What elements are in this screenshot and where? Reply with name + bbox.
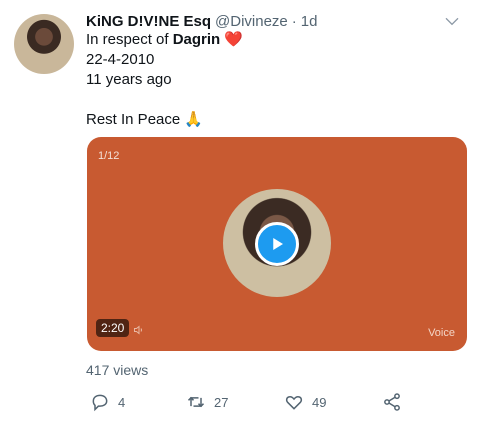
share-icon: [384, 393, 400, 411]
author-name[interactable]: KiNG D!V!NE Esq: [86, 13, 211, 30]
media-counter: 1/12: [98, 150, 120, 162]
media-duration: 2:20: [96, 319, 130, 337]
heart-emoji: ❤️: [224, 31, 244, 48]
view-count: 417 views: [86, 362, 149, 378]
like-icon: [285, 396, 303, 410]
avatar[interactable]: [14, 14, 74, 74]
text-line-date: 22-4-2010: [86, 51, 155, 68]
text-line-ago: 11 years ago: [86, 71, 172, 88]
text-line-respect: In respect of Dagrin ❤️: [86, 30, 456, 50]
play-icon: [273, 238, 283, 250]
retweet-count: 27: [214, 394, 229, 410]
separator-dot: ·: [291, 12, 297, 30]
like-button[interactable]: 49: [284, 392, 326, 412]
chevron-down-icon[interactable]: [444, 13, 460, 29]
reply-button[interactable]: 4: [90, 392, 125, 412]
author-handle[interactable]: @Divineze: [215, 13, 288, 30]
voice-label: Voice: [428, 327, 455, 339]
voice-media-card[interactable]: 1/12 2:20 Voice: [87, 137, 467, 351]
reply-icon: [92, 394, 108, 412]
text-line-closing: Rest In Peace 🙏: [86, 111, 204, 128]
tweet-header: KiNG D!V!NE Esq @Divineze · 1d: [86, 11, 460, 31]
reply-count: 4: [118, 394, 126, 410]
like-count: 49: [312, 394, 327, 410]
respect-prefix: In respect of: [86, 31, 173, 48]
retweet-button[interactable]: 27: [186, 392, 228, 412]
tweet-time[interactable]: 1d: [301, 13, 318, 30]
respect-subject: Dagrin: [172, 31, 221, 48]
play-button[interactable]: [255, 222, 299, 266]
speaker-icon[interactable]: [133, 324, 145, 336]
retweet-icon: [187, 396, 205, 408]
share-button[interactable]: [382, 392, 410, 412]
action-bar: 4 27 49: [86, 392, 466, 414]
tweet-text: In respect of Dagrin ❤️ 22-4-2010 11 yea…: [86, 30, 456, 130]
tweet: KiNG D!V!NE Esq @Divineze · 1d In respec…: [0, 0, 480, 433]
